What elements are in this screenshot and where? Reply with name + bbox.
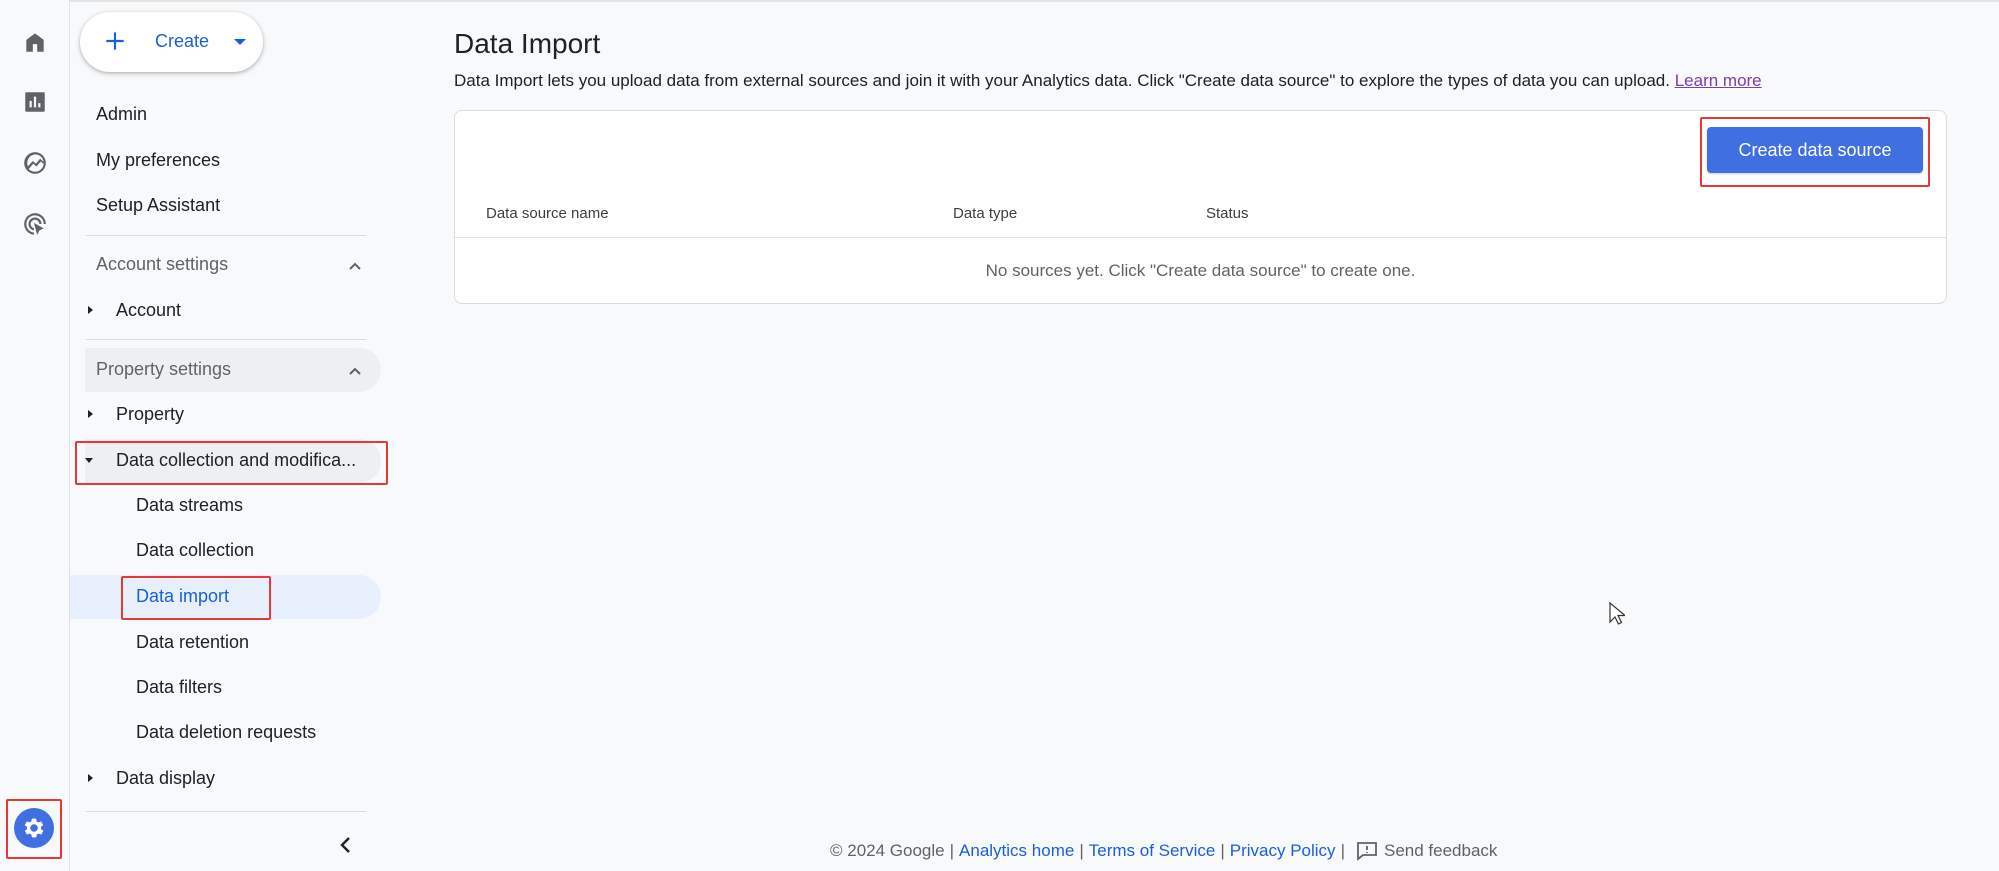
empty-state-message: No sources yet. Click "Create data sourc…	[985, 261, 1416, 280]
footer-separator: |	[1079, 841, 1084, 860]
nav-divider	[86, 811, 366, 812]
footer-link-privacy-policy[interactable]: Privacy Policy	[1230, 841, 1336, 861]
footer-link-terms-of-service[interactable]: Terms of Service	[1089, 841, 1216, 861]
nav-item-data-collection-and-modification[interactable]: Data collection and modifica...	[116, 450, 356, 471]
account-settings-header[interactable]: Account settings	[96, 254, 228, 275]
settings-highlight	[6, 799, 62, 859]
property-settings-header[interactable]: Property settings	[96, 359, 231, 380]
chevron-up-icon[interactable]	[348, 364, 361, 376]
nav-item-account[interactable]: Account	[116, 300, 181, 321]
footer-separator: |	[1340, 841, 1345, 860]
chevron-up-icon[interactable]	[348, 259, 361, 271]
nav-item-admin[interactable]: Admin	[96, 104, 147, 125]
gear-icon[interactable]	[14, 808, 54, 848]
feedback-icon[interactable]	[1356, 841, 1378, 861]
data-sources-card: Create data source Data source name Data…	[454, 110, 1947, 304]
page-description: Data Import lets you upload data from ex…	[454, 71, 1762, 91]
nav-item-data-import[interactable]: Data import	[136, 586, 229, 607]
nav-item-property[interactable]: Property	[116, 404, 184, 425]
collapse-arrow-icon[interactable]	[85, 458, 93, 463]
main-content: Data Import Data Import lets you upload …	[454, 0, 1999, 871]
create-data-source-highlight: Create data source	[1700, 117, 1930, 187]
send-feedback-link[interactable]: Send feedback	[1384, 841, 1497, 861]
footer: © 2024 Google | Analytics home | Terms o…	[830, 841, 1497, 861]
footer-separator: |	[1220, 841, 1225, 860]
footer-link-analytics-home[interactable]: Analytics home	[959, 841, 1074, 861]
nav-item-data-retention[interactable]: Data retention	[136, 632, 249, 653]
nav-divider	[86, 235, 366, 236]
mouse-cursor-icon	[1609, 601, 1627, 626]
description-text: Data Import lets you upload data from ex…	[454, 71, 1670, 90]
learn-more-link[interactable]: Learn more	[1675, 71, 1762, 90]
create-label: Create	[155, 31, 210, 51]
admin-nav: Create Admin My preferences Setup Assist…	[70, 0, 388, 871]
expand-arrow-icon[interactable]	[88, 410, 93, 418]
column-header-status[interactable]: Status	[1206, 205, 1249, 222]
reports-icon[interactable]	[14, 81, 56, 123]
nav-item-data-deletion-requests[interactable]: Data deletion requests	[136, 722, 316, 743]
advertising-icon[interactable]	[14, 203, 56, 245]
footer-copyright: © 2024 Google	[830, 841, 945, 860]
nav-item-data-filters[interactable]: Data filters	[136, 677, 222, 698]
chevron-left-icon[interactable]	[338, 836, 354, 854]
explore-icon[interactable]	[14, 142, 56, 184]
column-header-data-source-name[interactable]: Data source name	[486, 205, 609, 222]
create-button[interactable]: Create	[80, 12, 263, 72]
nav-item-data-display[interactable]: Data display	[116, 768, 215, 789]
dropdown-caret-icon	[234, 39, 246, 45]
page-title: Data Import	[454, 28, 601, 59]
nav-item-setup-assistant[interactable]: Setup Assistant	[96, 195, 220, 216]
expand-arrow-icon[interactable]	[88, 774, 93, 782]
column-header-data-type[interactable]: Data type	[953, 205, 1017, 222]
create-data-source-button[interactable]: Create data source	[1707, 127, 1923, 173]
nav-divider	[86, 339, 366, 340]
nav-item-my-preferences[interactable]: My preferences	[96, 150, 220, 171]
nav-item-data-streams[interactable]: Data streams	[136, 495, 243, 516]
footer-separator: |	[949, 841, 955, 860]
table-header-divider	[455, 237, 1946, 238]
plus-icon	[102, 28, 128, 54]
icon-rail	[0, 0, 70, 871]
home-icon[interactable]	[14, 21, 56, 63]
expand-arrow-icon[interactable]	[88, 306, 93, 314]
nav-item-data-collection[interactable]: Data collection	[136, 540, 254, 561]
